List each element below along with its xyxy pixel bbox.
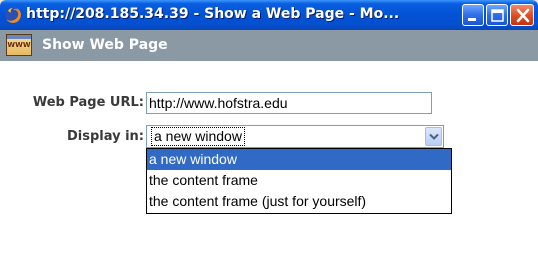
option-new-window[interactable]: a new window (147, 149, 451, 170)
firefox-icon (5, 7, 21, 23)
url-input[interactable]: http://www.hofstra.edu (146, 92, 432, 114)
page-header-bar: WWW Show Web Page (0, 30, 538, 61)
maximize-icon (491, 9, 504, 22)
window-titlebar[interactable]: http://208.185.34.39 - Show a Web Page -… (0, 0, 538, 30)
www-icon: WWW (6, 34, 32, 56)
minimize-button[interactable] (462, 4, 484, 26)
minimize-icon (468, 18, 476, 21)
page-title: Show Web Page (42, 37, 168, 53)
close-button[interactable] (510, 4, 534, 26)
display-in-selected-value: a new window (151, 127, 245, 146)
url-label: Web Page URL: (32, 95, 144, 110)
window-title: http://208.185.34.39 - Show a Web Page -… (26, 6, 400, 22)
maximize-button[interactable] (486, 4, 508, 26)
dropdown-arrow-button[interactable] (425, 127, 442, 146)
form-panel: Web Page URL: http://www.hofstra.edu Dis… (0, 61, 538, 260)
display-in-select[interactable]: a new window (146, 125, 444, 148)
display-in-dropdown-list: a new window the content frame the conte… (146, 148, 452, 214)
close-icon (516, 8, 530, 23)
www-icon-bar (7, 35, 31, 39)
display-in-label: Display in: (66, 129, 144, 144)
option-content-frame[interactable]: the content frame (147, 170, 451, 191)
www-icon-label: WWW (7, 41, 31, 49)
chevron-down-icon (429, 133, 439, 140)
option-content-frame-private[interactable]: the content frame (just for yourself) (147, 191, 451, 212)
